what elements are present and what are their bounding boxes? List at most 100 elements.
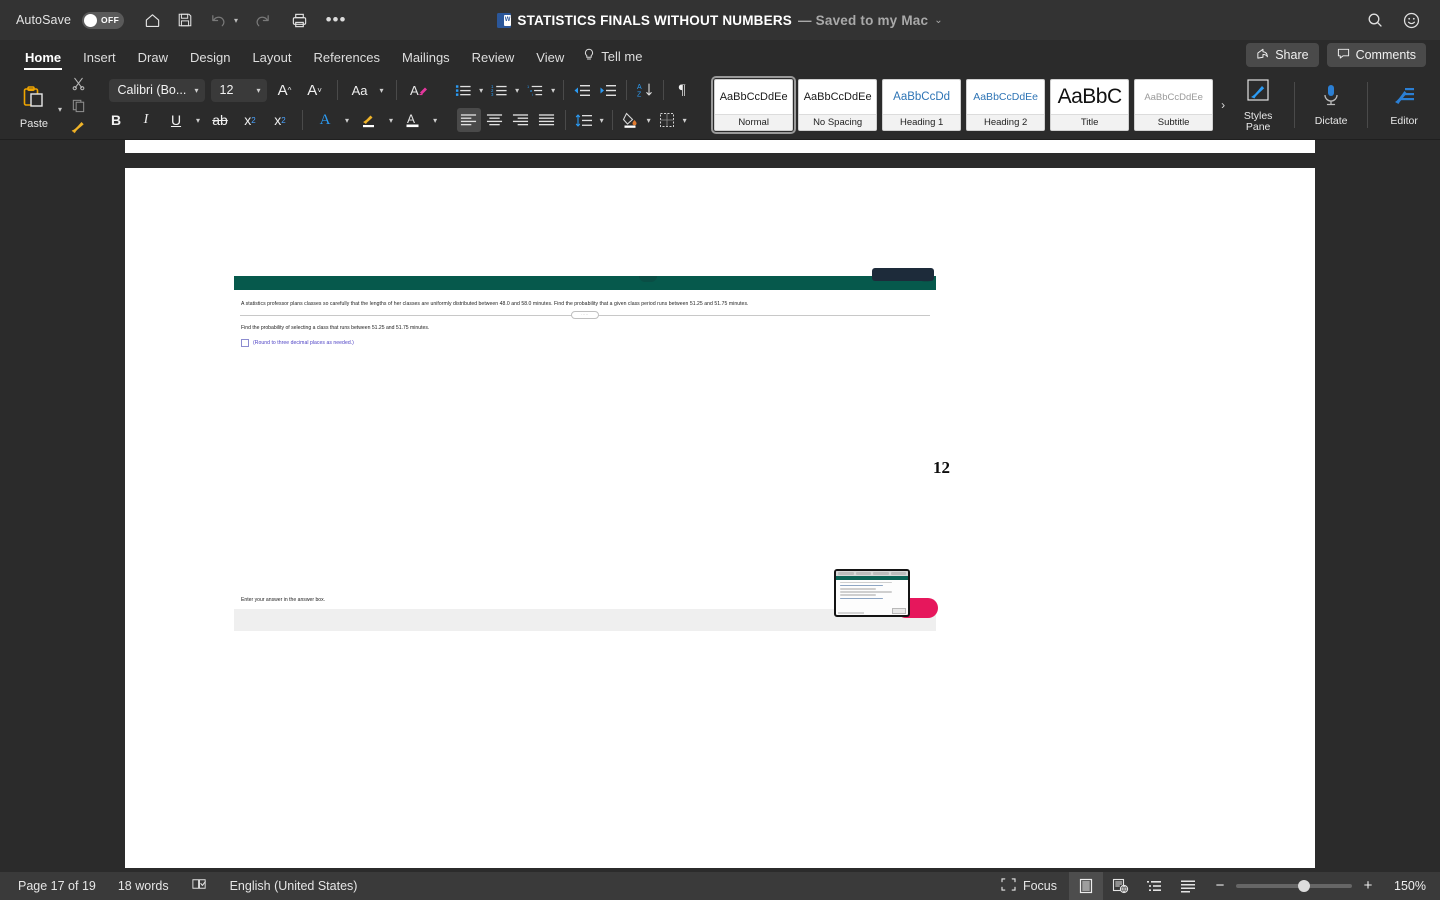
print-layout-view-button[interactable]	[1069, 872, 1103, 900]
styles-pane-button[interactable]: Styles Pane	[1228, 77, 1288, 133]
text-effects-button[interactable]: A	[313, 108, 337, 132]
embedded-screenshot-object[interactable]: A statistics professor plans classes so …	[234, 268, 938, 631]
italic-button[interactable]: I	[134, 108, 158, 132]
borders-button[interactable]	[655, 108, 679, 132]
text-effects-caret[interactable]: ▾	[343, 116, 351, 125]
format-painter-button[interactable]	[68, 119, 88, 136]
tell-me-button[interactable]: Tell me	[575, 48, 653, 70]
dictate-button[interactable]: Dictate	[1301, 82, 1361, 127]
redo-icon[interactable]	[251, 9, 273, 31]
subscript-button[interactable]: x2	[238, 108, 262, 132]
zoom-slider-thumb[interactable]	[1298, 880, 1310, 892]
style-title[interactable]: AaBbC Title	[1050, 79, 1130, 131]
document-page[interactable]: A statistics professor plans classes so …	[125, 168, 1315, 868]
font-color-caret[interactable]: ▾	[431, 116, 439, 125]
tab-view[interactable]: View	[525, 50, 575, 70]
zoom-out-button[interactable]: −	[1213, 878, 1227, 893]
tab-design[interactable]: Design	[179, 50, 241, 70]
copy-button[interactable]	[68, 97, 88, 114]
strikethrough-button[interactable]: ab	[208, 108, 232, 132]
tab-home[interactable]: Home	[14, 50, 72, 70]
svg-text:i: i	[531, 92, 532, 97]
comments-button[interactable]: Comments	[1326, 43, 1426, 67]
tab-review[interactable]: Review	[461, 50, 526, 70]
justify-button[interactable]	[535, 108, 559, 132]
search-icon[interactable]	[1364, 9, 1386, 31]
shading-caret[interactable]: ▾	[645, 116, 653, 125]
mini-screenshot-thumbnail[interactable]	[834, 569, 910, 617]
style-heading-1[interactable]: AaBbCcDd Heading 1	[882, 79, 962, 131]
tab-references[interactable]: References	[303, 50, 391, 70]
tab-draw[interactable]: Draw	[127, 50, 179, 70]
chevron-down-icon[interactable]: ⌄	[934, 15, 942, 26]
spell-check-icon[interactable]	[191, 877, 208, 895]
grow-font-button[interactable]: A ^	[273, 78, 297, 102]
undo-icon[interactable]	[207, 9, 229, 31]
style-no-spacing[interactable]: AaBbCcDdEe No Spacing	[798, 79, 878, 131]
undo-dropdown-caret[interactable]: ▾	[234, 16, 238, 25]
styles-pane-icon	[1245, 77, 1271, 108]
share-button[interactable]: Share	[1246, 43, 1319, 67]
bullet-list-caret[interactable]: ▾	[477, 86, 485, 95]
shrink-font-button[interactable]: A ˅	[303, 78, 327, 102]
zoom-in-button[interactable]: +	[1361, 878, 1375, 893]
paste-dropdown-caret[interactable]: ▾	[58, 105, 62, 114]
superscript-button[interactable]: x2	[268, 108, 292, 132]
numbered-list-button[interactable]: 123	[487, 78, 511, 102]
tab-insert[interactable]: Insert	[72, 50, 127, 70]
web-layout-view-button[interactable]	[1103, 872, 1137, 900]
focus-button[interactable]: Focus	[989, 878, 1069, 894]
font-size-combo[interactable]: 12 ▾	[210, 78, 267, 102]
more-options-icon[interactable]: •••	[325, 9, 347, 31]
change-case-button[interactable]: Aa	[348, 78, 372, 102]
align-center-button[interactable]	[483, 108, 507, 132]
font-color-button[interactable]: A	[401, 108, 425, 132]
cut-button[interactable]	[68, 75, 88, 92]
font-name-combo[interactable]: Calibri (Bo... ▾	[108, 78, 205, 102]
numbered-list-caret[interactable]: ▾	[513, 86, 521, 95]
underline-caret[interactable]: ▾	[194, 116, 202, 125]
line-spacing-caret[interactable]: ▾	[598, 116, 606, 125]
highlight-button[interactable]	[357, 108, 381, 132]
underline-button[interactable]: U	[164, 108, 188, 132]
page-indicator[interactable]: Page 17 of 19	[18, 879, 96, 893]
print-icon[interactable]	[288, 9, 310, 31]
account-icon[interactable]	[1400, 9, 1422, 31]
document-canvas[interactable]: A statistics professor plans classes so …	[0, 140, 1440, 872]
zoom-slider[interactable]	[1236, 880, 1352, 892]
draft-view-button[interactable]	[1171, 872, 1205, 900]
increase-indent-button[interactable]	[596, 78, 620, 102]
shading-button[interactable]	[619, 108, 643, 132]
clear-formatting-button[interactable]: A	[407, 78, 431, 102]
editor-button[interactable]: Editor	[1374, 82, 1434, 127]
tab-layout[interactable]: Layout	[241, 50, 302, 70]
bold-button[interactable]: B	[104, 108, 128, 132]
borders-caret[interactable]: ▾	[681, 116, 689, 125]
sort-button[interactable]: AZ	[633, 78, 657, 102]
show-formatting-marks-button[interactable]: ¶	[670, 78, 694, 102]
home-icon[interactable]	[141, 9, 163, 31]
bullet-list-button[interactable]	[451, 78, 475, 102]
style-normal[interactable]: AaBbCcDdEe Normal	[711, 76, 797, 134]
mini-screenshot-overlay[interactable]	[834, 569, 954, 629]
multilevel-list-button[interactable]: 1ai	[523, 78, 547, 102]
multilevel-list-caret[interactable]: ▾	[549, 86, 557, 95]
paste-button[interactable]: Paste	[12, 81, 56, 130]
style-heading-2[interactable]: AaBbCcDdEe Heading 2	[966, 79, 1046, 131]
line-spacing-button[interactable]	[572, 108, 596, 132]
decrease-indent-button[interactable]	[570, 78, 594, 102]
zoom-level-label[interactable]: 150%	[1384, 879, 1426, 893]
outline-view-button[interactable]	[1137, 872, 1171, 900]
styles-gallery-more-button[interactable]: ›	[1218, 98, 1228, 112]
autosave-toggle[interactable]: OFF	[82, 11, 125, 29]
language-indicator[interactable]: English (United States)	[230, 879, 358, 893]
highlight-caret[interactable]: ▾	[387, 116, 395, 125]
align-right-button[interactable]	[509, 108, 533, 132]
answer-input-box[interactable]	[241, 339, 249, 347]
word-count[interactable]: 18 words	[118, 879, 169, 893]
change-case-caret[interactable]: ▾	[378, 86, 386, 95]
save-icon[interactable]	[174, 9, 196, 31]
style-subtitle[interactable]: AaBbCcDdEe Subtitle	[1134, 79, 1214, 131]
tab-mailings[interactable]: Mailings	[391, 50, 461, 70]
align-left-button[interactable]	[456, 108, 481, 132]
